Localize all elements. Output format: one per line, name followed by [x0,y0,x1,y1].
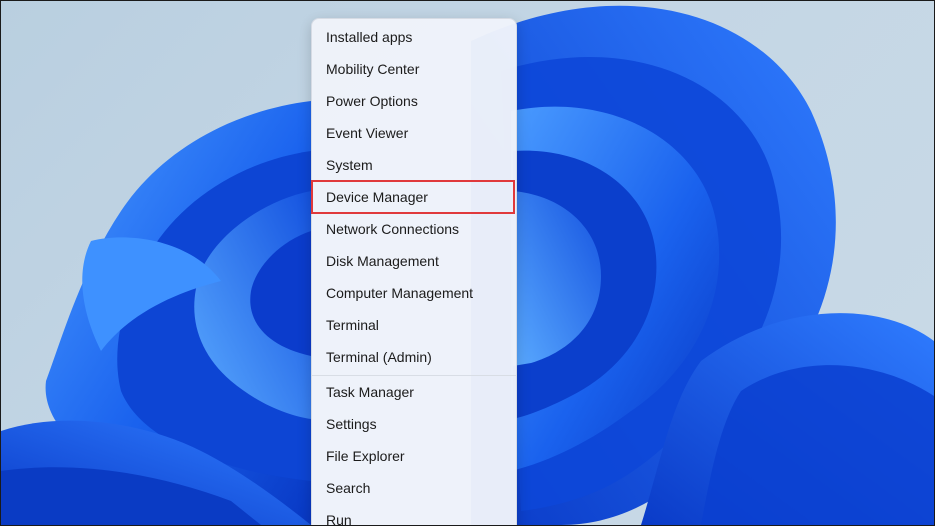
menu-item-event-viewer[interactable]: Event Viewer [312,117,516,149]
menu-item-settings[interactable]: Settings [312,408,516,440]
menu-item-label: Search [326,480,371,496]
menu-item-network-connections[interactable]: Network Connections [312,213,516,245]
menu-item-label: Computer Management [326,285,474,301]
menu-item-file-explorer[interactable]: File Explorer [312,440,516,472]
desktop: Installed apps Mobility Center Power Optio… [0,0,935,526]
quick-link-menu: Installed apps Mobility Center Power Optio… [311,18,517,526]
menu-item-label: Settings [326,416,377,432]
menu-item-label: Task Manager [326,384,414,400]
menu-item-run[interactable]: Run [312,504,516,526]
menu-item-mobility-center[interactable]: Mobility Center [312,53,516,85]
menu-item-label: Power Options [326,93,418,109]
menu-item-power-options[interactable]: Power Options [312,85,516,117]
menu-item-device-manager[interactable]: Device Manager [311,180,515,214]
menu-item-installed-apps[interactable]: Installed apps [312,21,516,53]
menu-item-label: Network Connections [326,221,460,237]
menu-item-label: Event Viewer [326,125,409,141]
menu-item-label: Installed apps [326,29,413,45]
menu-item-label: System [326,157,373,173]
menu-item-label: Terminal (Admin) [326,349,432,365]
menu-item-disk-management[interactable]: Disk Management [312,245,516,277]
menu-item-system[interactable]: System [312,149,516,181]
menu-item-label: Disk Management [326,253,439,269]
menu-item-task-manager[interactable]: Task Manager [312,376,516,408]
menu-item-computer-management[interactable]: Computer Management [312,277,516,309]
menu-item-label: Run [326,512,352,526]
menu-item-label: Terminal [326,317,379,333]
menu-item-search[interactable]: Search [312,472,516,504]
menu-item-terminal[interactable]: Terminal [312,309,516,341]
menu-item-label: Mobility Center [326,61,420,77]
menu-item-label: Device Manager [326,189,428,205]
menu-item-label: File Explorer [326,448,405,464]
menu-item-terminal-admin[interactable]: Terminal (Admin) [312,341,516,373]
